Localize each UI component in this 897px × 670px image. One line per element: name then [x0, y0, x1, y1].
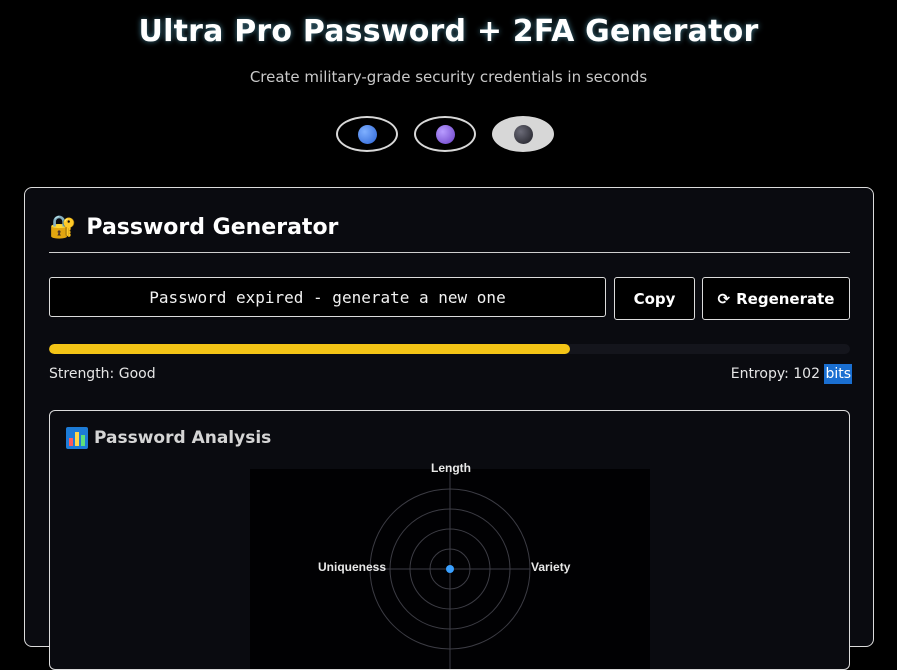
analysis-header: Password Analysis — [66, 427, 271, 449]
purple-theme-icon — [435, 124, 455, 144]
lock-key-icon: 🔐 — [49, 215, 77, 240]
theme-purple-button[interactable] — [414, 116, 476, 152]
radar-chart: Length Variety Uniqueness — [250, 461, 650, 669]
entropy-label: Entropy: 102 bits — [730, 364, 852, 384]
entropy-unit: bits — [824, 364, 852, 384]
page-title: Ultra Pro Password + 2FA Generator — [138, 14, 759, 49]
radar-chart-svg — [369, 469, 531, 669]
radar-axis-length: Length — [431, 461, 471, 475]
regenerate-button[interactable]: ⟳ Regenerate — [702, 277, 850, 320]
theme-blue-button[interactable] — [336, 116, 398, 152]
page-subtitle: Create military-grade security credentia… — [249, 68, 648, 86]
regenerate-button-label: Regenerate — [736, 289, 835, 308]
bar-chart-icon — [66, 427, 88, 449]
entropy-value: Entropy: 102 — [730, 366, 820, 382]
password-output-field[interactable] — [49, 277, 606, 317]
radar-data-point — [446, 565, 454, 573]
blue-theme-icon — [357, 124, 377, 144]
password-analysis-panel: Password Analysis Length Variety Uniquen… — [49, 410, 850, 670]
theme-dark-button[interactable] — [492, 116, 554, 152]
password-generator-card: 🔐 Password Generator Copy ⟳ Regenerate S… — [24, 187, 874, 670]
card-header: 🔐 Password Generator — [49, 214, 850, 253]
radar-axis-variety: Variety — [531, 560, 571, 574]
strength-meter-fill — [49, 344, 570, 354]
strength-meter — [49, 344, 850, 354]
copy-button-label: Copy — [633, 289, 676, 308]
strength-label: Strength: Good — [49, 366, 156, 382]
copy-button[interactable]: Copy — [614, 277, 695, 320]
analysis-title: Password Analysis — [94, 428, 272, 448]
dark-theme-icon — [513, 124, 533, 144]
card-title: Password Generator — [86, 215, 339, 240]
theme-switcher — [336, 116, 554, 152]
refresh-icon: ⟳ — [717, 289, 731, 308]
radar-axis-uniqueness: Uniqueness — [318, 560, 387, 574]
